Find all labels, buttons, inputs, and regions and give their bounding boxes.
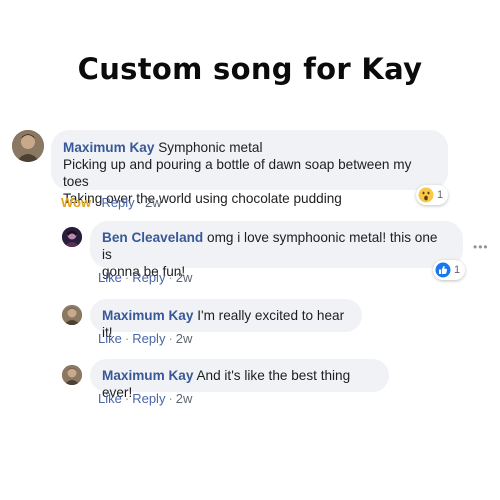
reply-actions: Like · Reply · 2w bbox=[98, 331, 193, 346]
avatar[interactable] bbox=[62, 305, 82, 325]
reply-author[interactable]: Ben Cleaveland bbox=[102, 230, 203, 245]
timestamp[interactable]: 2w bbox=[176, 331, 193, 346]
like-thumb-icon bbox=[435, 262, 451, 278]
comment-author[interactable]: Maximum Kay bbox=[63, 140, 154, 155]
avatar-photo-icon bbox=[12, 130, 44, 162]
comment-first-line: Symphonic metal bbox=[158, 140, 263, 155]
timestamp[interactable]: 2w bbox=[176, 270, 193, 285]
reaction-summary[interactable]: 1 bbox=[433, 260, 466, 280]
wow-emoji-icon bbox=[418, 187, 434, 203]
page-title: Custom song for Kay bbox=[77, 52, 423, 86]
reply-author[interactable]: Maximum Kay bbox=[102, 368, 193, 383]
timestamp[interactable]: 2w bbox=[145, 195, 162, 210]
wow-reaction-link[interactable]: Wow bbox=[61, 195, 91, 210]
avatar-photo-icon bbox=[62, 227, 82, 247]
reply-bubble: Maximum Kay And it's like the best thing… bbox=[90, 359, 389, 400]
comment-bubble: Maximum Kay Symphonic metal Picking up a… bbox=[51, 130, 448, 206]
reply-link[interactable]: Reply bbox=[132, 391, 165, 406]
more-options-icon[interactable]: ••• bbox=[473, 240, 489, 254]
reply-actions: Like · Reply · 2w bbox=[98, 391, 193, 406]
reaction-count: 1 bbox=[437, 189, 444, 201]
avatar-photo-icon bbox=[62, 305, 82, 325]
avatar[interactable] bbox=[62, 365, 82, 385]
reply-actions: Like · Reply · 2w bbox=[98, 270, 193, 285]
reply-author[interactable]: Maximum Kay bbox=[102, 308, 193, 323]
reply-link[interactable]: Reply bbox=[132, 270, 165, 285]
comment-actions: Wow · Reply · 2w bbox=[61, 195, 162, 210]
timestamp[interactable]: 2w bbox=[176, 391, 193, 406]
like-link[interactable]: Like bbox=[98, 270, 122, 285]
reaction-summary[interactable]: 1 bbox=[416, 185, 449, 205]
avatar[interactable] bbox=[12, 130, 44, 162]
reply-link[interactable]: Reply bbox=[132, 331, 165, 346]
reply-bubble: Ben Cleaveland omg i love symphoonic met… bbox=[90, 221, 463, 279]
avatar-photo-icon bbox=[62, 365, 82, 385]
reply-bubble: Maximum Kay I'm really excited to hear i… bbox=[90, 299, 362, 340]
reaction-count: 1 bbox=[454, 264, 461, 276]
like-link[interactable]: Like bbox=[98, 391, 122, 406]
comment-line: Picking up and pouring a bottle of dawn … bbox=[63, 157, 412, 189]
reply-link[interactable]: Reply bbox=[101, 195, 134, 210]
like-link[interactable]: Like bbox=[98, 331, 122, 346]
comment-thread: Maximum Kay Symphonic metal Picking up a… bbox=[0, 122, 500, 500]
avatar[interactable] bbox=[62, 227, 82, 247]
